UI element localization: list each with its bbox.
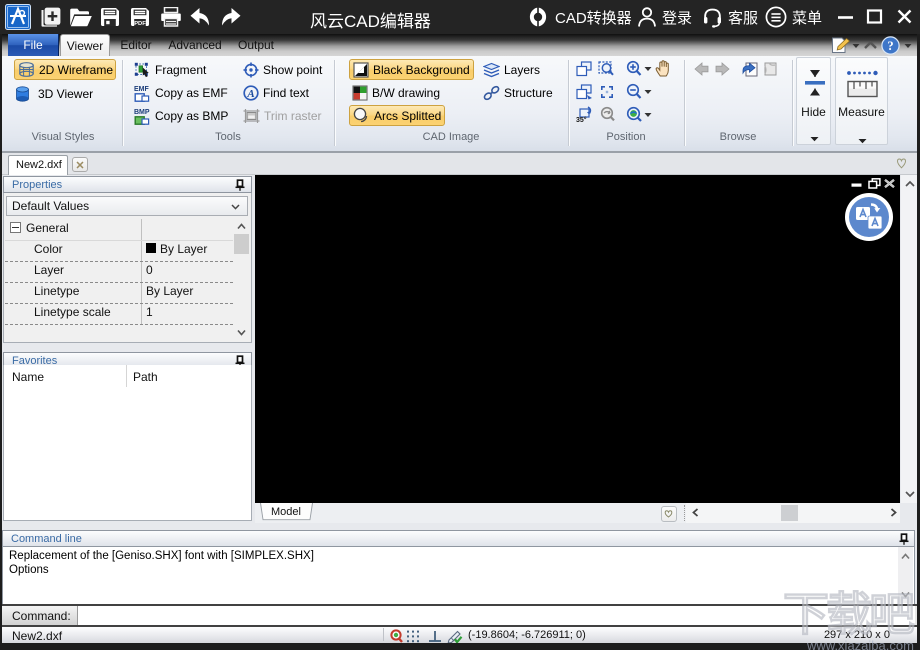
- svg-text:?: ?: [887, 39, 893, 53]
- svg-text:A: A: [246, 88, 254, 100]
- svg-text:EMF: EMF: [134, 86, 150, 93]
- svg-text:BMP: BMP: [134, 109, 150, 116]
- svg-text:PDF: PDF: [134, 21, 146, 27]
- svg-text:35°: 35°: [576, 116, 587, 123]
